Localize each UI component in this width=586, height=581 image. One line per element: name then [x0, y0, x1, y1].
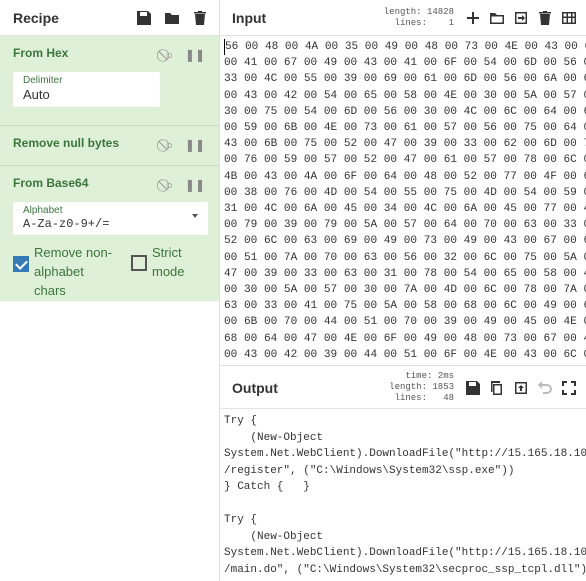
- output-text[interactable]: Try { (New-Object System.Net.WebClient).…: [221, 410, 586, 581]
- hex-line: 00 59 00 6B 00 4E 00 73 00 61 00 57 00 5…: [224, 122, 586, 135]
- input-title: Input: [232, 9, 267, 26]
- input-header: Input length: 14828 lines: 1: [221, 0, 586, 36]
- remove-non-alphabet-checkbox[interactable]: Remove non-alphabet chars: [13, 243, 119, 300]
- delimiter-field[interactable]: Delimiter Auto: [13, 72, 160, 107]
- plus-icon[interactable]: [464, 9, 482, 27]
- recipe-operations: From Hex ⃠○ ❚❚ Delimiter Auto Remove nul…: [0, 36, 219, 301]
- length-label: length:: [383, 6, 422, 17]
- checkbox-label: Strict mode: [152, 245, 185, 279]
- pause-icon[interactable]: ❚❚: [185, 48, 205, 63]
- time-label: time:: [405, 371, 433, 381]
- trash-icon[interactable]: [536, 9, 554, 27]
- checkbox-label: Remove non-alphabet chars: [34, 245, 113, 298]
- length-value: 14828: [426, 6, 454, 17]
- time-value: 2ms: [437, 371, 454, 381]
- lines-label: lines:: [394, 393, 427, 403]
- hex-line: 56 00 48 00 4A 00 35 00 49 00 48 00 73 0…: [224, 39, 586, 56]
- hex-line: 00 76 00 59 00 57 00 52 00 47 00 61 00 5…: [224, 154, 586, 167]
- hex-line: 30 00 75 00 54 00 6D 00 56 00 30 00 4C 0…: [224, 105, 586, 118]
- hex-line: 4B 00 43 00 4A 00 6F 00 64 00 48 00 52 0…: [224, 170, 586, 183]
- field-value[interactable]: A-Za-z0-9+/=: [23, 217, 198, 231]
- strict-mode-checkbox[interactable]: Strict mode: [131, 243, 192, 300]
- operation-from-base64[interactable]: From Base64 ⃠○ ❚❚ Alphabet A-Za-z0-9+/= …: [0, 166, 219, 301]
- field-label: Alphabet: [23, 205, 63, 216]
- operation-from-hex[interactable]: From Hex ⃠○ ❚❚ Delimiter Auto: [0, 36, 219, 126]
- disable-icon[interactable]: ⃠○: [166, 178, 173, 193]
- checkbox-checked-icon[interactable]: [13, 256, 29, 272]
- field-value[interactable]: Auto: [23, 87, 150, 102]
- alphabet-select[interactable]: Alphabet A-Za-z0-9+/=: [13, 202, 208, 235]
- trash-icon[interactable]: [191, 9, 209, 27]
- disable-icon[interactable]: ⃠○: [166, 138, 173, 153]
- save-icon[interactable]: [464, 379, 482, 397]
- chevron-down-icon[interactable]: [192, 214, 198, 218]
- hex-line: 43 00 6B 00 75 00 52 00 47 00 39 00 33 0…: [224, 138, 586, 151]
- input-stats: length: 14828 lines: 1: [384, 7, 454, 29]
- hex-line: 00 43 00 42 00 54 00 65 00 58 00 4E 00 3…: [224, 89, 586, 102]
- folder-icon[interactable]: [163, 9, 181, 27]
- undo-icon[interactable]: [536, 379, 554, 397]
- output-panel: Output time: 2ms length: 1853 lines: 48: [221, 367, 586, 581]
- copy-icon[interactable]: [488, 379, 506, 397]
- hex-line: 00 41 00 67 00 49 00 43 00 41 00 6F 00 5…: [224, 57, 586, 70]
- recipe-panel: Recipe From Hex ⃠○ ❚❚ Delimiter Auto Rem…: [0, 0, 220, 581]
- lines-value: 1: [448, 17, 454, 28]
- save-icon[interactable]: [135, 9, 153, 27]
- pause-icon[interactable]: ❚❚: [185, 178, 205, 193]
- field-label: Delimiter: [23, 75, 63, 86]
- lines-label: lines:: [394, 17, 427, 28]
- input-panel: Input length: 14828 lines: 1 56 00 48 00…: [221, 0, 586, 366]
- hex-line: 31 00 4C 00 6A 00 45 00 34 00 4C 00 6A 0…: [224, 203, 586, 216]
- hex-line: 00 79 00 39 00 79 00 5A 00 57 00 64 00 7…: [224, 219, 586, 232]
- length-value: 1853: [432, 382, 454, 392]
- maximize-icon[interactable]: [560, 379, 578, 397]
- pause-icon[interactable]: ❚❚: [185, 138, 205, 153]
- hex-line: 00 6B 00 70 00 44 00 51 00 70 00 39 00 4…: [224, 316, 586, 329]
- hex-line: 33 00 4C 00 55 00 39 00 69 00 61 00 6D 0…: [224, 73, 586, 86]
- hex-line: 00 30 00 5A 00 57 00 30 00 7A 00 4D 00 6…: [224, 284, 586, 297]
- hex-line: 63 00 33 00 41 00 75 00 5A 00 58 00 68 0…: [224, 300, 586, 313]
- hex-line: 00 43 00 42 00 39 00 44 00 51 00 6F 00 4…: [224, 348, 586, 361]
- grid-icon[interactable]: [560, 9, 578, 27]
- file-import-icon[interactable]: [512, 9, 530, 27]
- replace-input-icon[interactable]: [512, 379, 530, 397]
- disable-icon[interactable]: ⃠○: [166, 48, 173, 63]
- recipe-header: Recipe: [0, 0, 219, 36]
- input-textarea[interactable]: 56 00 48 00 4A 00 35 00 49 00 48 00 73 0…: [221, 37, 586, 366]
- output-title: Output: [232, 379, 278, 396]
- hex-line: 52 00 6C 00 63 00 69 00 49 00 73 00 49 0…: [224, 235, 586, 248]
- hex-line: 00 38 00 76 00 4D 00 54 00 55 00 75 00 4…: [224, 186, 586, 199]
- recipe-title: Recipe: [13, 9, 59, 26]
- output-stats: time: 2ms length: 1853 lines: 48: [389, 371, 454, 404]
- hex-line: 00 51 00 7A 00 70 00 63 00 56 00 32 00 6…: [224, 251, 586, 264]
- hex-line: 47 00 39 00 33 00 63 00 31 00 78 00 54 0…: [224, 267, 586, 280]
- lines-value: 48: [443, 393, 454, 403]
- operation-remove-null-bytes[interactable]: Remove null bytes ⃠○ ❚❚: [0, 126, 219, 166]
- hex-line: 68 00 64 00 47 00 4E 00 6F 00 49 00 48 0…: [224, 332, 586, 345]
- output-header: Output time: 2ms length: 1853 lines: 48: [221, 367, 586, 409]
- checkbox-unchecked-icon[interactable]: [131, 255, 147, 271]
- folder-open-icon[interactable]: [488, 9, 506, 27]
- length-label: length:: [389, 382, 427, 392]
